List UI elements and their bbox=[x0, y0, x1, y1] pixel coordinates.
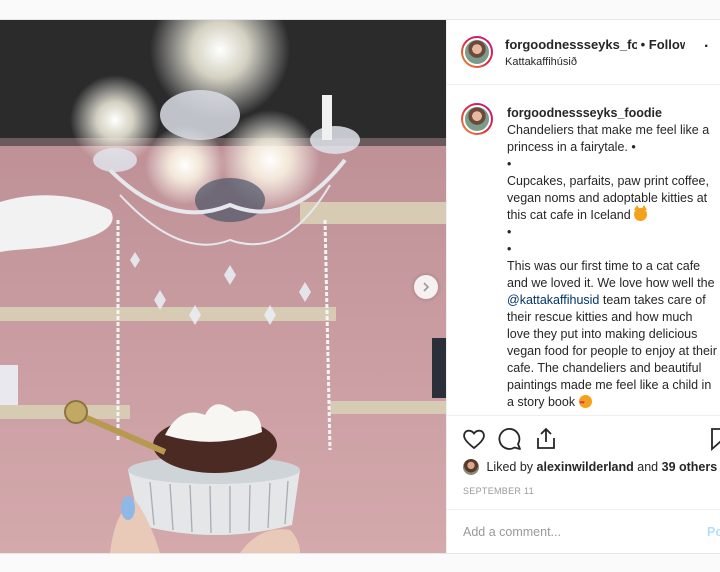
liker-avatar[interactable] bbox=[463, 459, 479, 475]
share-icon[interactable] bbox=[533, 426, 559, 452]
post-header: forgoodnessseyks_foodie • Following Katt… bbox=[447, 20, 720, 85]
caption-username[interactable]: forgoodnessseyks_foodie bbox=[507, 106, 662, 120]
heart-icon[interactable] bbox=[461, 426, 487, 452]
post-card: forgoodnessseyks_foodie • Following Katt… bbox=[0, 19, 720, 554]
comments-section: forgoodnessseyks_foodie Chandeliers that… bbox=[447, 85, 720, 415]
caption-line-3b: team takes care of their rescue kitties … bbox=[507, 293, 717, 409]
follow-button[interactable]: Following bbox=[649, 37, 685, 52]
cat-emoji-icon bbox=[634, 205, 648, 221]
heart-eyes-emoji-icon bbox=[578, 395, 592, 412]
next-image-button[interactable] bbox=[414, 275, 438, 299]
caption-line-1: Chandeliers that make me feel like a pri… bbox=[507, 123, 710, 154]
header-user: forgoodnessseyks_foodie • Following bbox=[505, 37, 685, 52]
likes-summary: Liked by alexinwilderland and 39 others bbox=[463, 459, 717, 475]
likes-others-link[interactable]: 39 others bbox=[662, 460, 718, 474]
liker-username-link[interactable]: alexinwilderland bbox=[537, 460, 634, 474]
likes-conj: and bbox=[637, 460, 659, 474]
chandelier-photo bbox=[0, 20, 446, 553]
comment-input[interactable]: Add a comment... bbox=[463, 525, 561, 539]
mention-link[interactable]: @kattakaffihusid bbox=[507, 293, 599, 307]
caption-avatar[interactable] bbox=[461, 103, 493, 135]
add-comment-box: Add a comment... Po bbox=[447, 509, 720, 555]
post-photo[interactable] bbox=[0, 20, 446, 553]
chevron-right-icon bbox=[423, 282, 430, 292]
likes-prefix: Liked by bbox=[486, 460, 534, 474]
post-comment-button[interactable]: Po bbox=[707, 525, 720, 539]
bookmark-icon[interactable] bbox=[707, 426, 720, 452]
caption-text: forgoodnessseyks_foodie Chandeliers that… bbox=[507, 105, 717, 415]
comment-icon[interactable] bbox=[497, 426, 523, 452]
caption-line-3a: This was our first time to a cat cafe an… bbox=[507, 259, 715, 290]
caption-line-2: Cupcakes, parfaits, paw print coffee, ve… bbox=[507, 174, 709, 222]
ellipsis-icon[interactable]: . bbox=[704, 34, 708, 52]
bullet: • bbox=[507, 225, 512, 239]
username-link[interactable]: forgoodnessseyks_foodie bbox=[505, 37, 637, 52]
avatar[interactable] bbox=[461, 36, 493, 68]
post-date[interactable]: SEPTEMBER 11 bbox=[463, 486, 534, 496]
location-link[interactable]: Kattakaffihúsið bbox=[505, 56, 577, 68]
actions-section: Liked by alexinwilderland and 39 others … bbox=[447, 415, 720, 554]
bullet: • bbox=[507, 242, 512, 256]
separator-dot: • bbox=[640, 37, 649, 52]
bullet: • bbox=[507, 157, 512, 171]
post-sidebar: forgoodnessseyks_foodie • Following Katt… bbox=[446, 20, 720, 553]
